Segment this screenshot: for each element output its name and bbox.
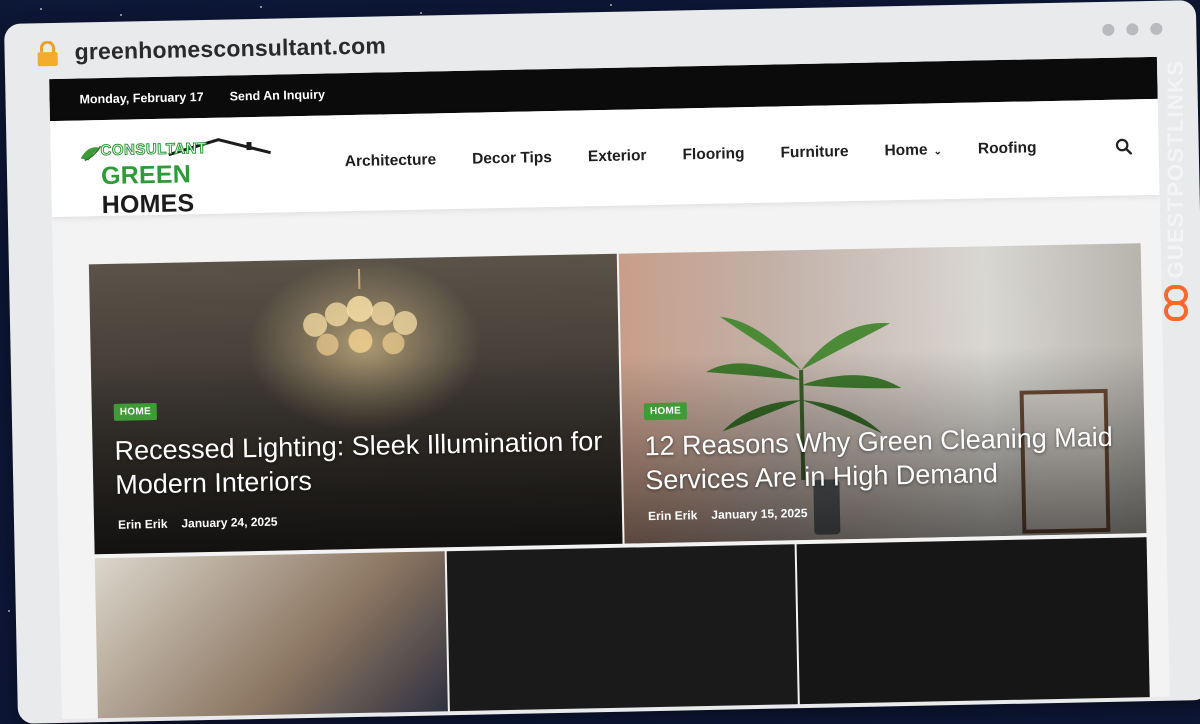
post-thumbnail-card[interactable] bbox=[447, 544, 798, 719]
nav-label: Flooring bbox=[682, 145, 744, 164]
image-overlay bbox=[89, 254, 623, 555]
url-text[interactable]: greenhomesconsultant.com bbox=[74, 32, 386, 65]
window-dot[interactable] bbox=[1102, 24, 1114, 36]
featured-post-card[interactable]: HOME 12 Reasons Why Green Cleaning Maid … bbox=[619, 243, 1147, 543]
send-inquiry-link[interactable]: Send An Inquiry bbox=[229, 88, 325, 104]
category-badge[interactable]: HOME bbox=[644, 402, 688, 420]
post-author[interactable]: Erin Erik bbox=[648, 508, 698, 523]
nav-item-furniture[interactable]: Furniture bbox=[780, 143, 848, 162]
current-date: Monday, February 17 bbox=[79, 90, 203, 106]
search-icon[interactable] bbox=[1115, 137, 1133, 155]
main-navigation: Architecture Decor Tips Exterior Floorin… bbox=[345, 139, 1037, 171]
post-thumbnail-card[interactable] bbox=[797, 537, 1150, 714]
post-thumbnail-card[interactable] bbox=[95, 551, 448, 719]
chevron-down-icon: ⌄ bbox=[933, 146, 942, 157]
browser-window: greenhomesconsultant.com Monday, Februar… bbox=[4, 0, 1200, 724]
featured-post-card[interactable]: HOME Recessed Lighting: Sleek Illuminati… bbox=[89, 254, 623, 555]
window-dot[interactable] bbox=[1126, 23, 1138, 35]
nav-item-exterior[interactable]: Exterior bbox=[588, 147, 647, 166]
nav-item-decor-tips[interactable]: Decor Tips bbox=[472, 149, 552, 169]
logo-line1: CONSULTANT bbox=[100, 140, 206, 159]
nav-label: Roofing bbox=[978, 139, 1037, 158]
guestpostlinks-watermark: GUESTPOSTLINKS bbox=[1156, 60, 1196, 360]
post-author[interactable]: Erin Erik bbox=[118, 517, 168, 532]
nav-label: Exterior bbox=[588, 147, 647, 166]
nav-item-home[interactable]: Home ⌄ bbox=[884, 141, 942, 160]
nav-item-architecture[interactable]: Architecture bbox=[345, 151, 437, 171]
link-icon bbox=[1162, 285, 1190, 321]
logo-word-homes: HOMES bbox=[101, 189, 194, 219]
window-dot[interactable] bbox=[1150, 23, 1162, 35]
logo-word-green: GREEN bbox=[101, 160, 191, 190]
site-logo[interactable]: CONSULTANT GREEN HOMES bbox=[78, 137, 279, 201]
category-badge[interactable]: HOME bbox=[114, 403, 158, 421]
watermark-text: GUESTPOSTLINKS bbox=[1163, 60, 1189, 279]
post-title[interactable]: 12 Reasons Why Green Cleaning Maid Servi… bbox=[644, 420, 1115, 497]
nav-label: Home bbox=[884, 141, 927, 160]
nav-item-roofing[interactable]: Roofing bbox=[978, 139, 1037, 158]
post-title[interactable]: Recessed Lighting: Sleek Illumination fo… bbox=[114, 424, 605, 502]
nav-item-flooring[interactable]: Flooring bbox=[682, 145, 744, 164]
lock-icon bbox=[36, 41, 59, 67]
nav-label: Decor Tips bbox=[472, 149, 552, 169]
featured-posts-grid: HOME Recessed Lighting: Sleek Illuminati… bbox=[89, 243, 1150, 719]
nav-label: Furniture bbox=[780, 143, 848, 162]
nav-label: Architecture bbox=[345, 151, 437, 171]
logo-line2: GREEN HOMES bbox=[101, 159, 280, 221]
post-date: January 15, 2025 bbox=[711, 506, 807, 522]
post-date: January 24, 2025 bbox=[181, 515, 277, 531]
window-controls bbox=[1102, 23, 1162, 36]
image-overlay bbox=[619, 243, 1147, 543]
page-viewport: Monday, February 17 Send An Inquiry CONS… bbox=[49, 57, 1170, 719]
